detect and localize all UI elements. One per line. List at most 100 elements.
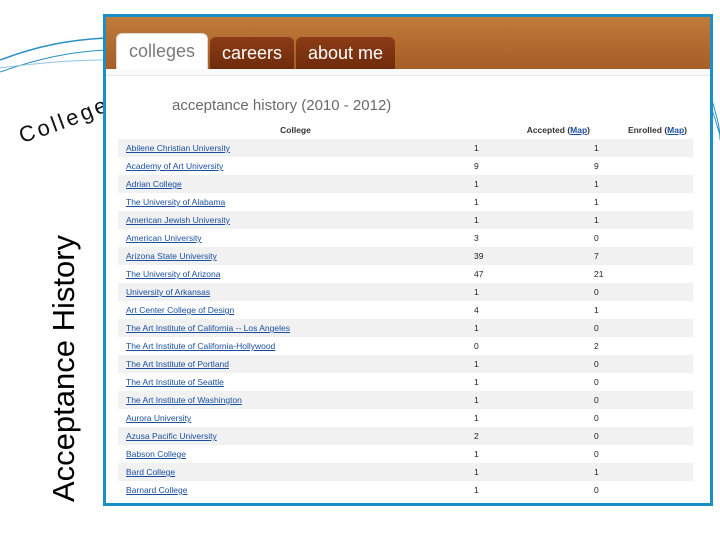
college-cell: The Art Institute of California-Hollywoo… [118, 337, 474, 355]
college-link[interactable]: The Art Institute of California -- Los A… [126, 323, 290, 333]
screenshot-frame: colleges careers about me acceptance his… [103, 14, 713, 506]
college-link[interactable]: Art Center College of Design [126, 305, 234, 315]
college-link[interactable]: Aurora University [126, 413, 191, 423]
tab-content-strip [106, 69, 710, 76]
college-cell: American University [118, 229, 474, 247]
accepted-count: 3 [474, 233, 479, 243]
college-cell: The Art Institute of Washington [118, 391, 474, 409]
accepted-count: 9 [474, 161, 479, 171]
table-row: University of Arkansas 1 0 [118, 283, 693, 301]
accepted-count: 39 [474, 247, 594, 265]
table-row: American Jewish University 1 1 [118, 211, 693, 229]
enrolled-count: 0 [594, 319, 693, 337]
college-cell: Barnard College [118, 481, 474, 499]
enrolled-count: 0 [594, 377, 599, 387]
accepted-count: 1 [474, 355, 594, 373]
accepted-count: 1 [474, 197, 479, 207]
tab-careers[interactable]: careers [210, 37, 295, 69]
enrolled-count: 1 [594, 175, 693, 193]
college-cell: Azusa Pacific University [118, 427, 474, 445]
college-cell: The Art Institute of Seattle [118, 373, 474, 391]
college-link[interactable]: Arizona State University [126, 251, 217, 261]
college-link[interactable]: University of Arkansas [126, 287, 210, 297]
college-link[interactable]: Bard College [126, 467, 175, 477]
college-cell: The University of Arizona [118, 265, 474, 283]
table-body: Abilene Christian University 1 1 Academy of… [118, 139, 693, 499]
accepted-count: 47 [474, 269, 484, 279]
enrolled-count: 0 [594, 427, 693, 445]
enrolled-count: 1 [594, 463, 693, 481]
college-cell: The Art Institute of California -- Los A… [118, 319, 474, 337]
college-cell: Academy of Art University [118, 157, 474, 175]
table-row: The Art Institute of Portland 1 0 [118, 355, 693, 373]
college-link[interactable]: The Art Institute of Seattle [126, 377, 224, 387]
enrolled-map-link[interactable]: Map [667, 125, 684, 135]
college-link[interactable]: The Art Institute of Washington [126, 395, 242, 405]
table-row: Babson College 1 0 [118, 445, 693, 463]
vertical-slide-title: Acceptance History [46, 234, 81, 502]
enrolled-count: 0 [594, 485, 599, 495]
table-header-row: College Accepted (Map) Enrolled (Map) [118, 120, 693, 139]
accepted-count: 1 [474, 139, 594, 157]
college-link[interactable]: American Jewish University [126, 215, 230, 225]
college-cell: The Art Institute of Portland [118, 355, 474, 373]
college-column-header[interactable]: College [118, 120, 474, 139]
table-row: Academy of Art University 9 9 [118, 157, 693, 175]
table-row: The Art Institute of Seattle 1 0 [118, 373, 693, 391]
college-link[interactable]: Abilene Christian University [126, 143, 230, 153]
table-row: Abilene Christian University 1 1 [118, 139, 693, 157]
college-link[interactable]: The Art Institute of Portland [126, 359, 229, 369]
college-link[interactable]: Academy of Art University [126, 161, 223, 171]
accepted-count: 2 [474, 427, 594, 445]
accepted-count: 1 [474, 175, 594, 193]
college-link[interactable]: American University [126, 233, 202, 243]
acceptance-table: College Accepted (Map) Enrolled (Map) Ab… [118, 120, 693, 499]
enrolled-count: 0 [594, 355, 693, 373]
college-link[interactable]: The Art Institute of California-Hollywoo… [126, 341, 275, 351]
enrolled-count: 9 [594, 161, 599, 171]
college-link[interactable]: Adrian College [126, 179, 182, 189]
college-link[interactable]: Barnard College [126, 485, 187, 495]
accepted-count: 1 [474, 377, 479, 387]
table-row: Bard College 1 1 [118, 463, 693, 481]
enrolled-count: 0 [594, 233, 599, 243]
accepted-count: 1 [474, 319, 594, 337]
table-row: Arizona State University 39 7 [118, 247, 693, 265]
college-cell: Adrian College [118, 175, 474, 193]
table-row: The University of Alabama 1 1 [118, 193, 693, 211]
table-row: The Art Institute of California-Hollywoo… [118, 337, 693, 355]
enrolled-count: 0 [594, 283, 693, 301]
accepted-count: 1 [474, 485, 479, 495]
college-link[interactable]: The University of Alabama [126, 197, 225, 207]
enrolled-count: 0 [594, 449, 599, 459]
enrolled-column-header: Enrolled (Map) [627, 124, 687, 135]
college-cell: Babson College [118, 445, 474, 463]
accepted-count: 1 [474, 391, 594, 409]
table-row: Aurora University 1 0 [118, 409, 693, 427]
enrolled-count: 1 [594, 197, 599, 207]
accepted-count: 1 [474, 449, 479, 459]
college-cell: Abilene Christian University [118, 139, 474, 157]
table-row: Barnard College 1 0 [118, 481, 693, 499]
enrolled-count: 1 [594, 305, 599, 315]
table-row: American University 3 0 [118, 229, 693, 247]
accepted-count: 0 [474, 341, 479, 351]
accepted-map-link[interactable]: Map [570, 125, 587, 135]
college-link[interactable]: The University of Arizona [126, 269, 220, 279]
enrolled-count: 0 [594, 391, 693, 409]
college-link[interactable]: Azusa Pacific University [126, 431, 217, 441]
tab-about-me[interactable]: about me [296, 37, 396, 69]
table-row: Azusa Pacific University 2 0 [118, 427, 693, 445]
section-heading: acceptance history (2010 - 2012) [172, 97, 392, 114]
accepted-header-label[interactable]: Accepted [527, 125, 565, 135]
college-cell: University of Arkansas [118, 283, 474, 301]
accepted-count: 4 [474, 305, 479, 315]
tab-colleges[interactable]: colleges [116, 33, 209, 69]
table-row: The Art Institute of California -- Los A… [118, 319, 693, 337]
college-cell: Bard College [118, 463, 474, 481]
enrolled-header-label[interactable]: Enrolled [628, 125, 662, 135]
enrolled-count: 21 [594, 269, 604, 279]
college-link[interactable]: Babson College [126, 449, 186, 459]
accepted-count: 1 [474, 463, 594, 481]
enrolled-count: 0 [594, 413, 599, 423]
